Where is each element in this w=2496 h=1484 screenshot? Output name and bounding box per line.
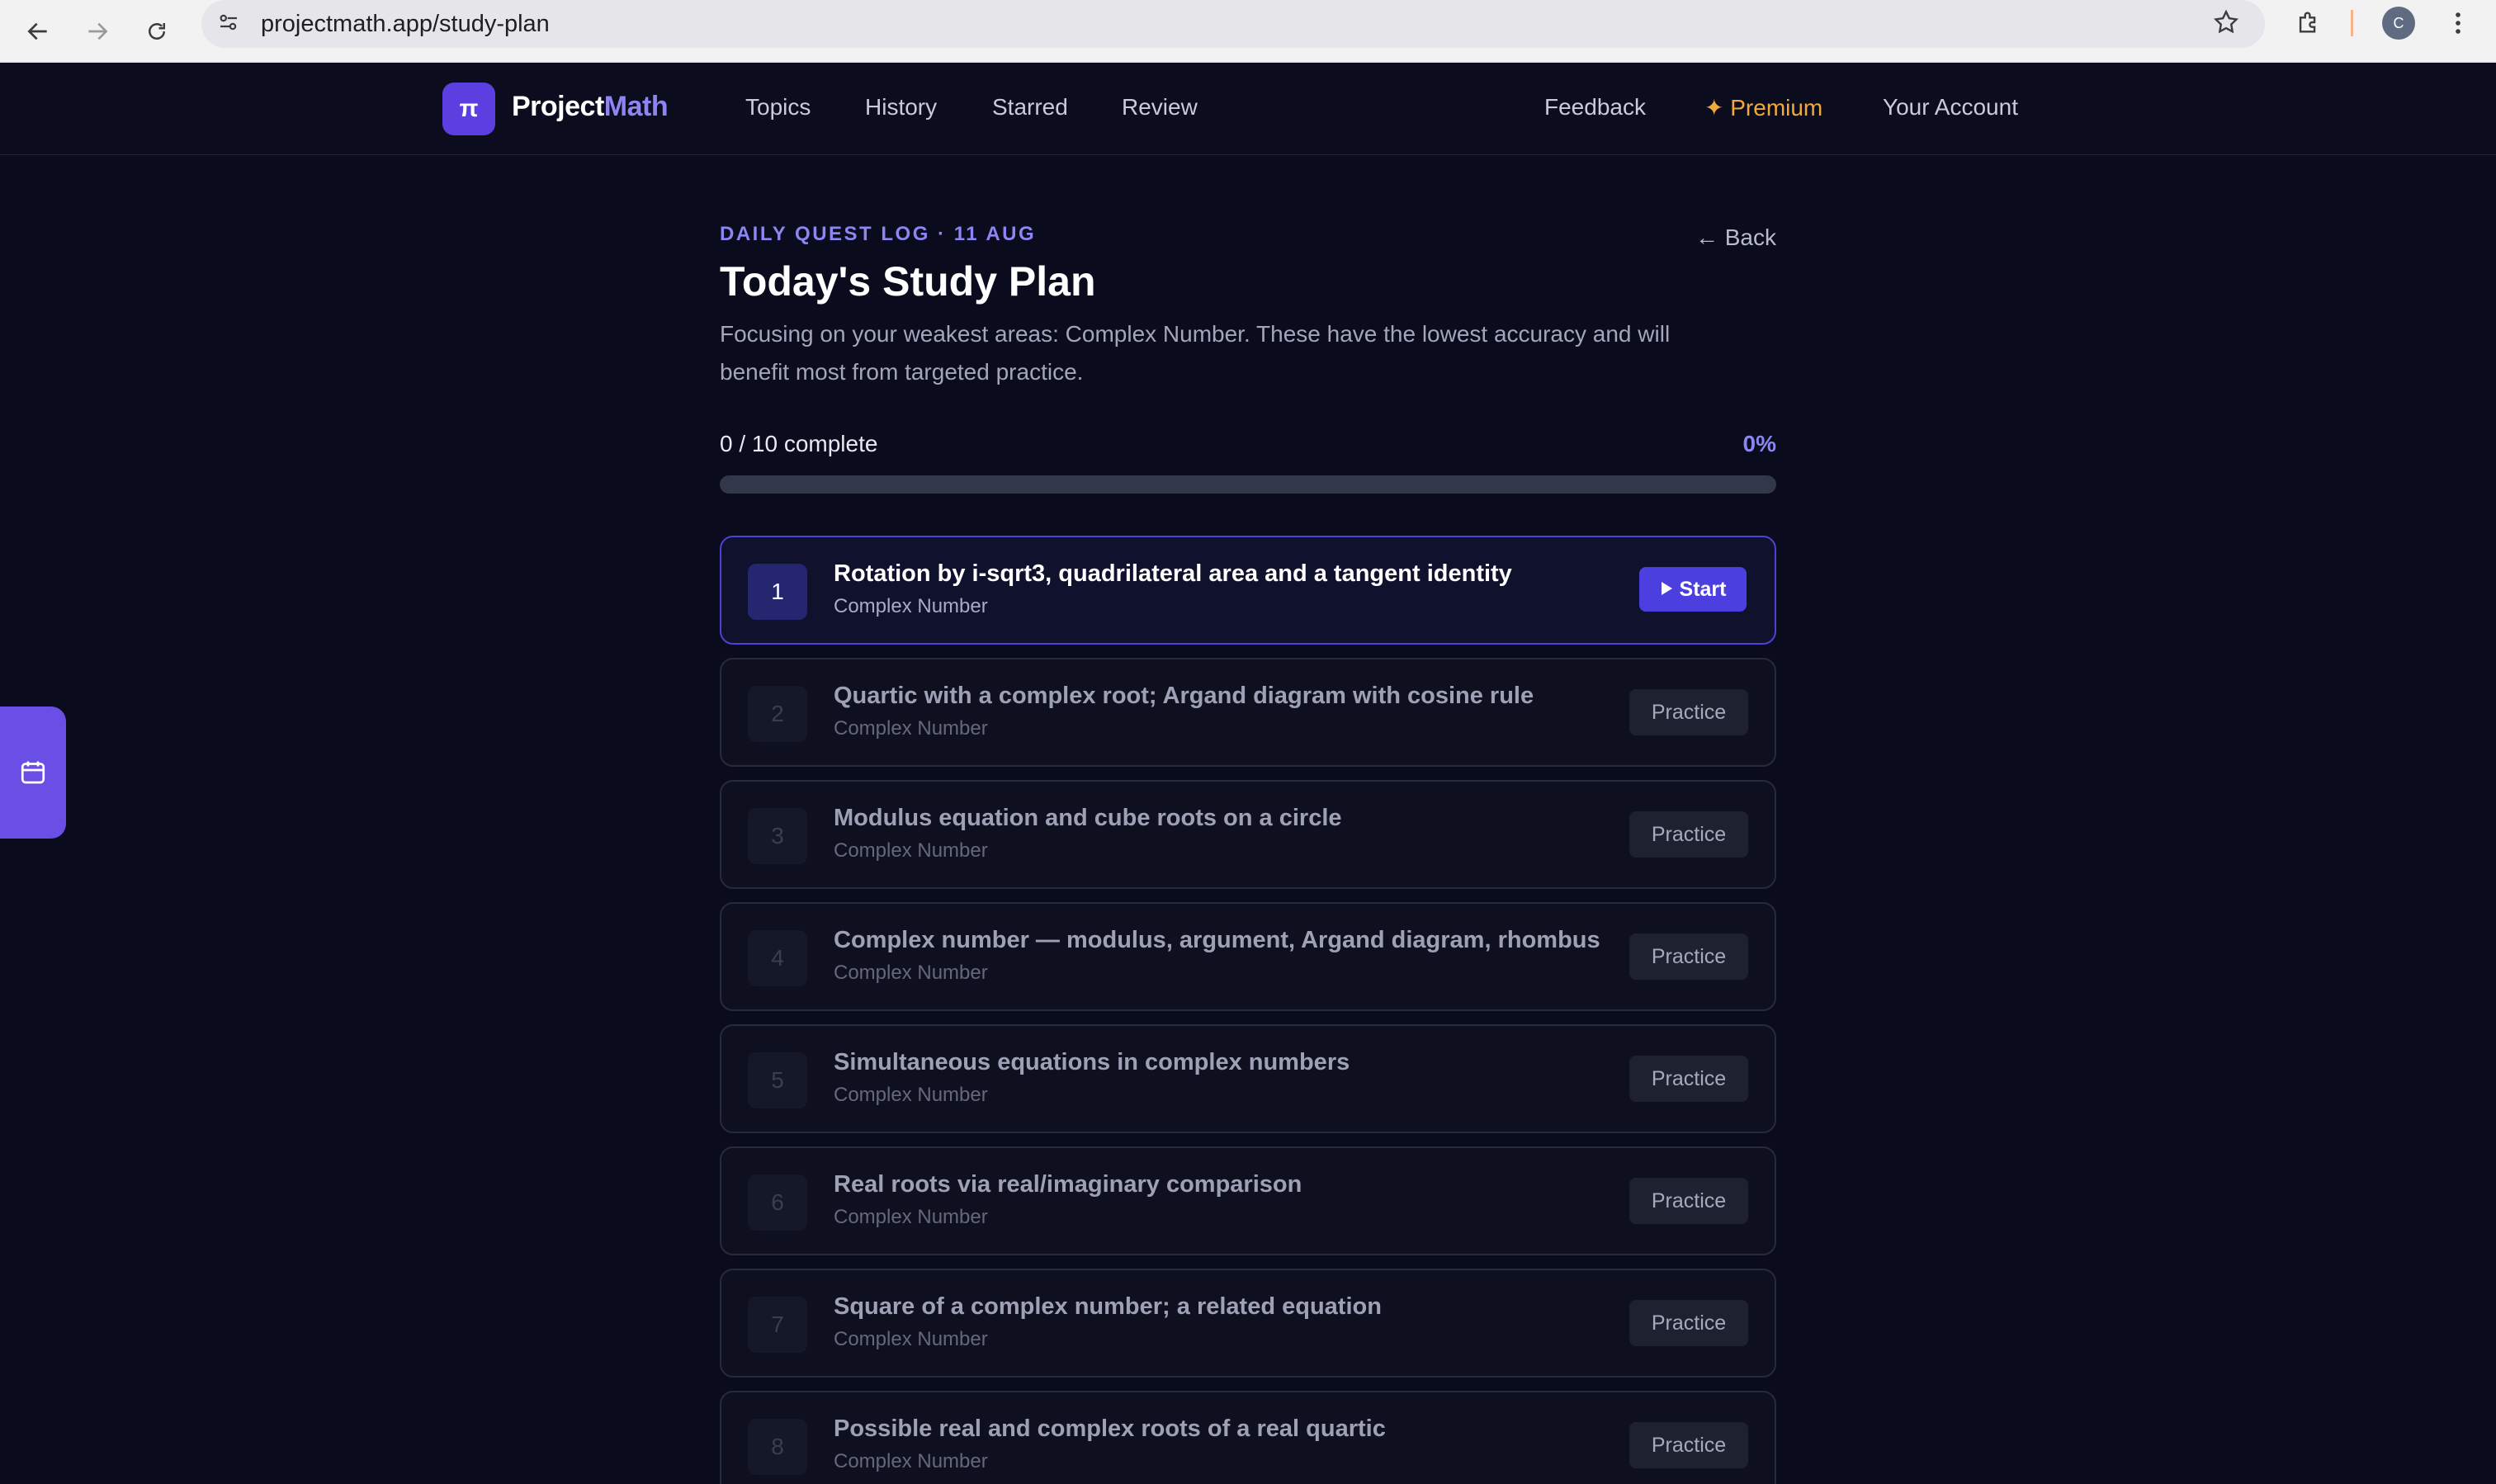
page-subtitle: Focusing on your weakest areas: Complex … — [720, 321, 1671, 385]
practice-button[interactable]: Practice — [1629, 689, 1748, 735]
task-title: Simultaneous equations in complex number… — [834, 1049, 1350, 1075]
play-icon — [1660, 578, 1673, 602]
task-title: Complex number — modulus, argument, Arga… — [834, 927, 1600, 953]
progress-percent: 0% — [1742, 431, 1776, 456]
arrow-left-icon — [27, 22, 47, 40]
task-card[interactable]: 2 Quartic with a complex root; Argand dia… — [720, 658, 1776, 767]
calendar-icon — [21, 761, 45, 784]
back-link[interactable]: ← Back — [1695, 224, 1776, 251]
task-card[interactable]: 6 Real roots via real/imaginary compariso… — [720, 1146, 1776, 1255]
arrow-right-icon — [88, 22, 108, 40]
practice-button[interactable]: Practice — [1629, 1178, 1748, 1224]
profile-avatar[interactable]: C — [2382, 7, 2415, 40]
task-number-badge: 5 — [748, 1052, 807, 1108]
task-title: Modulus equation and cube roots on a cir… — [834, 805, 1342, 831]
task-number-badge: 1 — [748, 564, 807, 620]
task-topic: Complex Number — [834, 839, 988, 862]
logo-icon[interactable]: π — [442, 83, 495, 135]
browser-forward-button[interactable] — [74, 8, 121, 54]
task-title: Quartic with a complex root; Argand diag… — [834, 683, 1534, 709]
task-number-badge: 8 — [748, 1419, 807, 1475]
start-button-label: Start — [1679, 577, 1727, 601]
brand-name-part2: Math — [603, 91, 669, 122]
task-card[interactable]: 8 Possible real and complex roots of a re… — [720, 1391, 1776, 1484]
practice-button[interactable]: Practice — [1629, 1300, 1748, 1346]
task-title: Possible real and complex roots of a rea… — [834, 1415, 1386, 1442]
site-settings-icon[interactable] — [216, 10, 241, 39]
browser-menu-icon[interactable] — [2448, 8, 2468, 42]
page-title: Today's Study Plan — [720, 258, 1096, 305]
brand-name-part1: Project — [512, 91, 604, 122]
nav-link-topics[interactable]: Topics — [745, 94, 811, 121]
nav-link-starred[interactable]: Starred — [992, 94, 1068, 121]
start-button[interactable]: Start — [1639, 567, 1747, 612]
task-number-badge: 7 — [748, 1297, 807, 1353]
task-card[interactable]: 7 Square of a complex number; a related e… — [720, 1269, 1776, 1378]
progress-bar — [720, 475, 1776, 494]
brand-name[interactable]: ProjectMath — [512, 91, 669, 123]
extensions-icon[interactable] — [2295, 8, 2323, 40]
task-title: Real roots via real/imaginary comparison — [834, 1171, 1302, 1198]
task-topic: Complex Number — [834, 1206, 988, 1228]
task-number-badge: 4 — [748, 930, 807, 986]
practice-button[interactable]: Practice — [1629, 933, 1748, 980]
browser-back-button[interactable] — [15, 8, 61, 54]
task-card[interactable]: 1 Rotation by i-sqrt3, quadrilateral area… — [720, 536, 1776, 645]
task-topic: Complex Number — [834, 717, 988, 740]
task-topic: Complex Number — [834, 962, 988, 984]
task-title: Square of a complex number; a related eq… — [834, 1293, 1382, 1320]
nav-link-review[interactable]: Review — [1122, 94, 1198, 121]
task-card[interactable]: 5 Simultaneous equations in complex numbe… — [720, 1024, 1776, 1133]
quest-log-eyebrow: DAILY QUEST LOG · 11 AUG — [720, 223, 1037, 245]
url-text[interactable]: projectmath.app/study-plan — [261, 8, 550, 40]
task-number-badge: 6 — [748, 1174, 807, 1231]
task-number-badge: 2 — [748, 686, 807, 742]
browser-toolbar: projectmath.app/study-plan C — [0, 0, 2496, 63]
progress-count: 0 / 10 complete — [720, 431, 878, 456]
task-title: Rotation by i-sqrt3, quadrilateral area … — [834, 560, 1512, 587]
app-navbar: π ProjectMath Topics History Starred Rev… — [0, 63, 2496, 155]
task-card[interactable]: 3 Modulus equation and cube roots on a ci… — [720, 780, 1776, 889]
practice-button[interactable]: Practice — [1629, 1056, 1748, 1102]
nav-link-history[interactable]: History — [865, 94, 937, 121]
practice-button[interactable]: Practice — [1629, 1422, 1748, 1468]
nav-link-premium[interactable]: ✦ Premium — [1704, 94, 1822, 121]
task-topic: Complex Number — [834, 595, 988, 617]
task-card[interactable]: 4 Complex number — modulus, argument, Arg… — [720, 902, 1776, 1011]
task-topic: Complex Number — [834, 1084, 988, 1106]
nav-link-feedback[interactable]: Feedback — [1544, 94, 1646, 121]
reload-icon — [149, 23, 165, 40]
task-topic: Complex Number — [834, 1450, 988, 1472]
bookmark-star-icon[interactable] — [2212, 8, 2240, 40]
browser-reload-button[interactable] — [134, 8, 180, 54]
task-number-badge: 3 — [748, 808, 807, 864]
task-topic: Complex Number — [834, 1328, 988, 1350]
practice-button[interactable]: Practice — [1629, 811, 1748, 858]
toolbar-divider — [2351, 10, 2353, 36]
calendar-side-tab[interactable] — [0, 707, 66, 839]
nav-link-account[interactable]: Your Account — [1883, 94, 2018, 121]
